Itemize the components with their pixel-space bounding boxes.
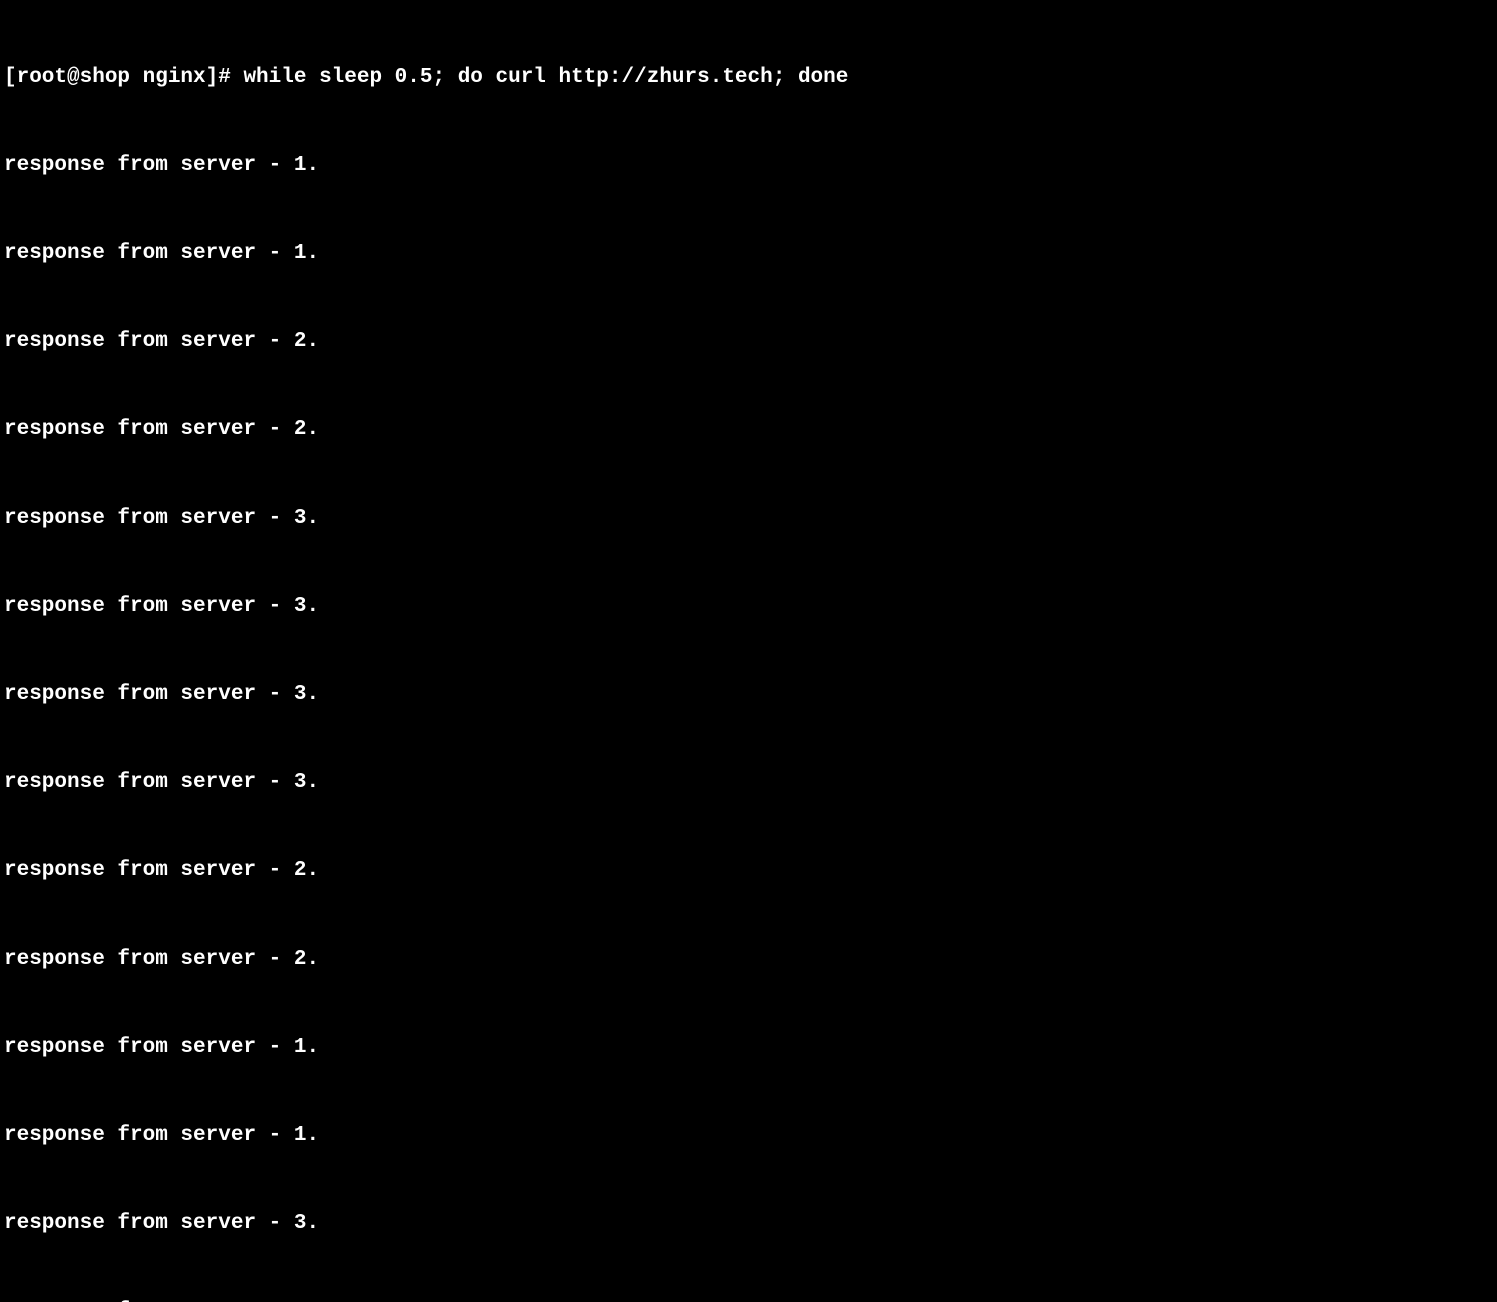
- output-line: response from server - 2.: [4, 327, 1493, 356]
- output-line: response from server - 2.: [4, 415, 1493, 444]
- command-line: [root@shop nginx]# while sleep 0.5; do c…: [4, 63, 1493, 92]
- output-line: response from server - 3.: [4, 504, 1493, 533]
- output-line: response from server - 3.: [4, 680, 1493, 709]
- output-line: response from server - 2.: [4, 945, 1493, 974]
- shell-command: while sleep 0.5; do curl http://zhurs.te…: [243, 66, 848, 89]
- output-line: response from server - 1.: [4, 1033, 1493, 1062]
- output-line: response from server - 3.: [4, 1209, 1493, 1238]
- terminal-window[interactable]: [root@shop nginx]# while sleep 0.5; do c…: [4, 4, 1493, 1302]
- output-line: response from server - 1.: [4, 239, 1493, 268]
- output-line: response from server - 3.: [4, 592, 1493, 621]
- output-line: response from server - 1.: [4, 151, 1493, 180]
- output-line: response from server - 1.: [4, 1121, 1493, 1150]
- output-line: response from server - 3.: [4, 768, 1493, 797]
- output-line: response from server - 2.: [4, 856, 1493, 885]
- shell-prompt: [root@shop nginx]#: [4, 66, 243, 89]
- output-line: response from server - 3.: [4, 1297, 1493, 1302]
